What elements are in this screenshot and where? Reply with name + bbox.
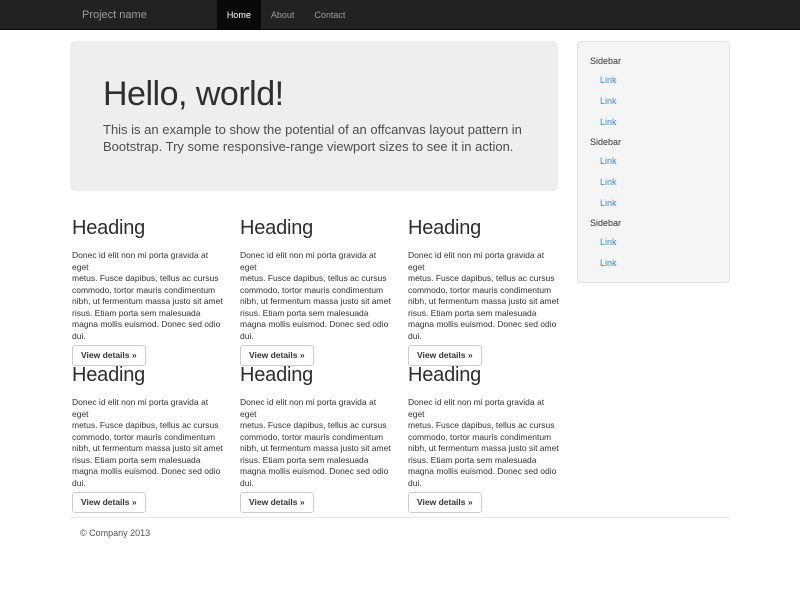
nav-item-about[interactable]: About (261, 0, 305, 29)
footer-copyright: © Company 2013 (80, 528, 150, 538)
card-heading: Heading (240, 364, 392, 386)
nav-item-home[interactable]: Home (217, 0, 261, 29)
sidebar: Sidebar Link Link Link Sidebar Link Link… (577, 41, 730, 283)
view-details-button[interactable]: View details » (72, 345, 146, 366)
view-details-button[interactable]: View details » (408, 345, 482, 366)
sidebar-group-title: Sidebar (590, 216, 717, 230)
view-details-button[interactable]: View details » (408, 492, 482, 513)
content-card: Heading Donec id elit non mi porta gravi… (408, 217, 560, 366)
card-heading: Heading (408, 364, 560, 386)
view-details-button[interactable]: View details » (240, 492, 314, 513)
sidebar-link[interactable]: Link (590, 91, 717, 112)
view-details-button[interactable]: View details » (240, 345, 314, 366)
navbar-menu: Home About Contact (217, 0, 356, 29)
sidebar-link[interactable]: Link (590, 232, 717, 253)
navbar-brand[interactable]: Project name (82, 0, 159, 29)
content-row-1: Heading Donec id elit non mi porta gravi… (72, 217, 569, 366)
content-card: Heading Donec id elit non mi porta gravi… (240, 217, 392, 366)
sidebar-group-title: Sidebar (590, 135, 717, 149)
content-row-2: Heading Donec id elit non mi porta gravi… (72, 364, 569, 513)
sidebar-link[interactable]: Link (590, 193, 717, 214)
card-body-text: Donec id elit non mi porta gravida at eg… (240, 250, 392, 342)
sidebar-link[interactable]: Link (590, 151, 717, 172)
card-body-text: Donec id elit non mi porta gravida at eg… (72, 250, 224, 342)
card-heading: Heading (72, 364, 224, 386)
card-body-text: Donec id elit non mi porta gravida at eg… (240, 397, 392, 489)
sidebar-group-title: Sidebar (590, 54, 717, 68)
sidebar-link[interactable]: Link (590, 172, 717, 193)
card-body-text: Donec id elit non mi porta gravida at eg… (408, 250, 560, 342)
content-card: Heading Donec id elit non mi porta gravi… (240, 364, 392, 513)
jumbotron: Hello, world! This is an example to show… (70, 41, 558, 191)
card-body-text: Donec id elit non mi porta gravida at eg… (408, 397, 560, 489)
sidebar-link[interactable]: Link (590, 112, 717, 133)
content-card: Heading Donec id elit non mi porta gravi… (72, 217, 224, 366)
card-body-text: Donec id elit non mi porta gravida at eg… (72, 397, 224, 489)
sidebar-link[interactable]: Link (590, 70, 717, 91)
card-heading: Heading (72, 217, 224, 239)
content-card: Heading Donec id elit non mi porta gravi… (72, 364, 224, 513)
content-card: Heading Donec id elit non mi porta gravi… (408, 364, 560, 513)
sidebar-link[interactable]: Link (590, 253, 717, 274)
hero-description: This is an example to show the potential… (103, 121, 525, 155)
view-details-button[interactable]: View details » (72, 492, 146, 513)
nav-item-contact[interactable]: Contact (304, 0, 355, 29)
footer-divider (70, 517, 730, 518)
page: Project name Home About Contact Hello, w… (0, 0, 800, 600)
card-heading: Heading (240, 217, 392, 239)
navbar: Project name Home About Contact (0, 0, 800, 30)
hero-title: Hello, world! (103, 75, 525, 113)
card-heading: Heading (408, 217, 560, 239)
